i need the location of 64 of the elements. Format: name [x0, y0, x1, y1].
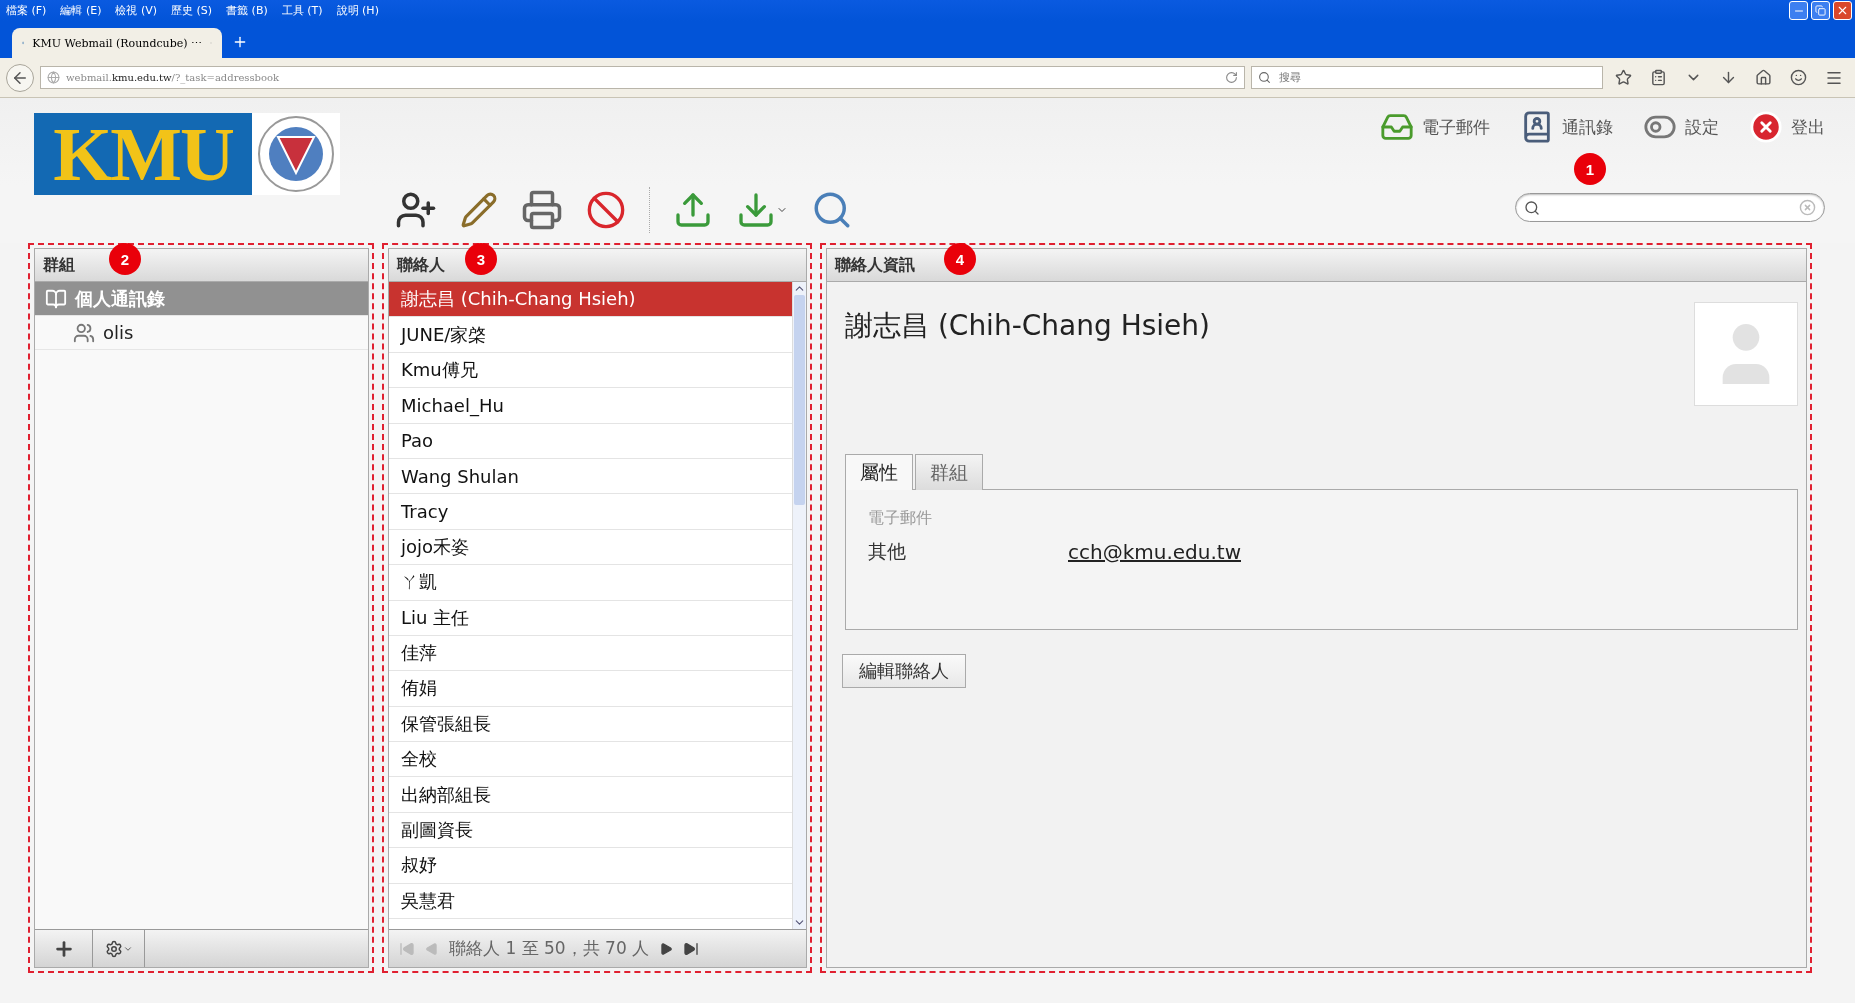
nav-link[interactable]: 設定 — [1643, 110, 1719, 144]
print-button[interactable] — [521, 189, 563, 231]
pager-text: 聯絡人 1 至 50，共 70 人 — [449, 937, 650, 960]
email-link[interactable]: cch@kmu.edu.tw — [1068, 540, 1241, 564]
callout-badge: 2 — [109, 243, 141, 275]
next-page-button[interactable] — [659, 941, 674, 956]
restore-button[interactable] — [1811, 1, 1830, 20]
address-book-icon — [45, 287, 67, 310]
browser-tab[interactable]: KMU Webmail (Roundcube) ⋯ — [12, 28, 222, 58]
download-icon — [736, 190, 776, 230]
nav-link[interactable]: 電子郵件 — [1380, 110, 1490, 144]
edit-contact-button[interactable]: 編輯聯絡人 — [842, 654, 966, 688]
chat-icon[interactable] — [1790, 69, 1807, 86]
import-button[interactable] — [673, 190, 713, 230]
contact-row[interactable]: 謝志昌 (Chih-Chang Hsieh) — [389, 282, 792, 318]
clipboard-icon[interactable] — [1650, 69, 1667, 86]
menu-item[interactable]: 說明 (H) — [336, 3, 379, 18]
edit-button[interactable] — [460, 191, 498, 229]
callout-badge: 1 — [1574, 153, 1606, 185]
next-icon — [659, 941, 674, 956]
star-icon[interactable] — [1615, 69, 1632, 86]
nav-link[interactable]: 通訊錄 — [1520, 110, 1613, 144]
menu-item[interactable]: 歷史 (S) — [171, 3, 213, 18]
field-label: 其他 — [868, 539, 907, 564]
minimize-button[interactable] — [1789, 1, 1808, 20]
export-button[interactable] — [736, 190, 788, 230]
menu-item[interactable]: 檔案 (F) — [6, 3, 47, 18]
previous-icon — [425, 941, 439, 956]
panel-title: 群組 — [43, 254, 75, 276]
search-icon — [1258, 71, 1271, 84]
last-page-button[interactable] — [683, 940, 700, 957]
group-item[interactable]: olis — [35, 316, 368, 350]
contact-name: 謝志昌 (Chih-Chang Hsieh) — [845, 308, 1210, 344]
logo: KMU — [34, 113, 252, 195]
last-page-icon — [683, 940, 700, 957]
close-button[interactable] — [1833, 1, 1852, 20]
restore-icon — [1815, 5, 1826, 16]
menu-item[interactable]: 書籤 (B) — [226, 3, 268, 18]
panel-title: 聯絡人資訊 — [835, 254, 915, 276]
search-bar[interactable]: 搜尋 — [1251, 66, 1603, 89]
home-icon[interactable] — [1755, 69, 1772, 86]
gear-icon — [104, 939, 123, 958]
delete-button[interactable] — [586, 190, 626, 230]
menu-item[interactable]: 檢視 (V) — [115, 3, 158, 18]
first-page-icon — [399, 940, 415, 957]
back-button[interactable] — [6, 63, 34, 92]
panel-title: 聯絡人 — [397, 254, 445, 276]
search-icon — [1524, 199, 1540, 216]
tab[interactable]: 群組 — [915, 454, 983, 490]
download-icon[interactable] — [1720, 69, 1737, 86]
address-field[interactable]: webmail.kmu.edu.tw/?_task=addressbook — [40, 66, 1245, 89]
section-label: 電子郵件 — [868, 508, 933, 529]
group-icon — [73, 321, 95, 344]
reload-icon[interactable] — [1225, 71, 1238, 84]
menu-item[interactable]: 編輯 (E) — [60, 3, 102, 18]
tab[interactable]: 屬性 — [845, 454, 913, 490]
new-tab-icon[interactable] — [232, 34, 248, 50]
contact-search-field[interactable] — [1515, 193, 1825, 222]
callout-badge: 4 — [944, 243, 976, 275]
nav-link[interactable]: 登出 — [1749, 110, 1825, 144]
seal-icon — [252, 113, 340, 195]
search-field[interactable]: 搜尋 — [1277, 70, 1596, 85]
menu-item[interactable]: 工具 (T) — [281, 3, 323, 18]
callout-badge: 3 — [465, 243, 497, 275]
